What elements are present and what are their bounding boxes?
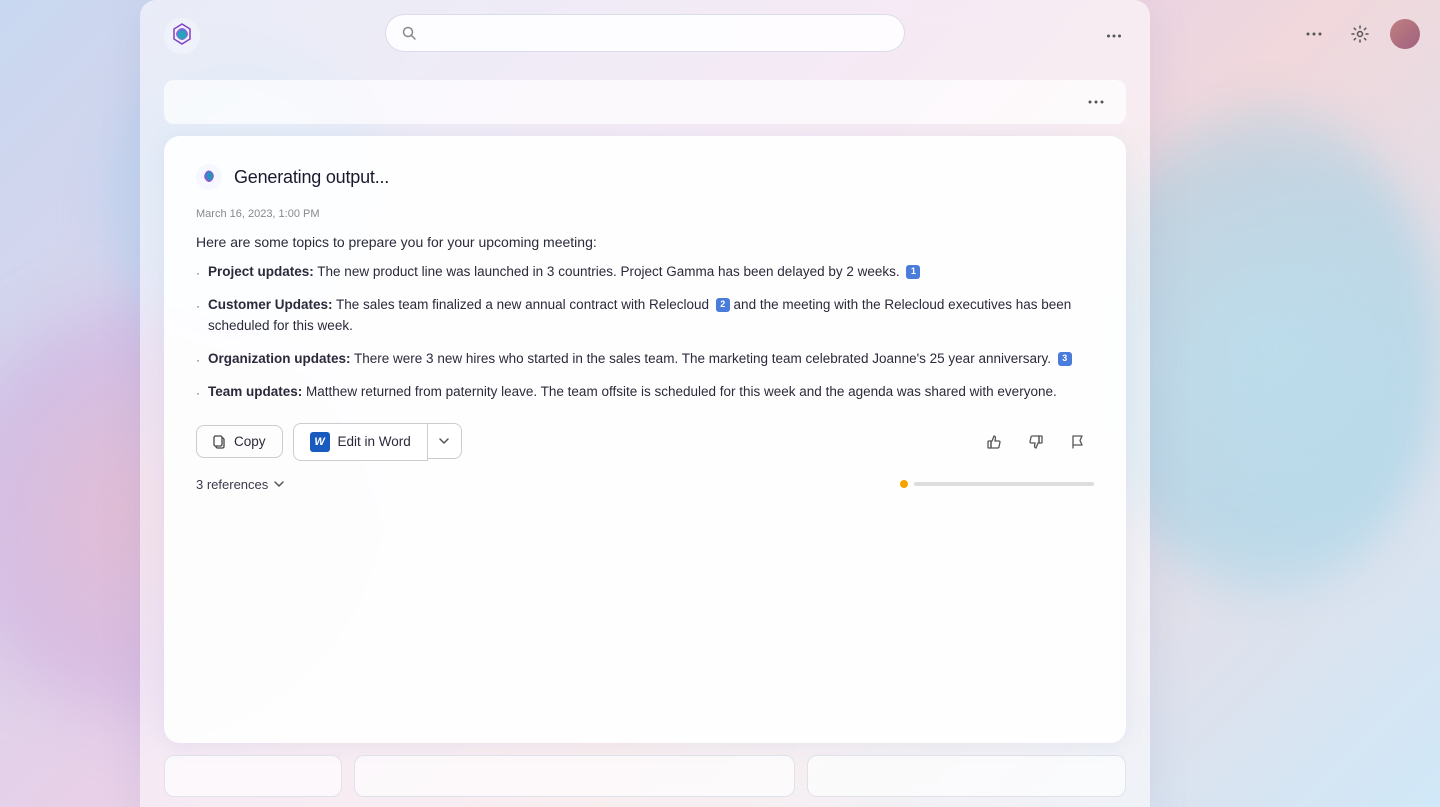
edit-word-label: Edit in Word: [338, 434, 411, 449]
global-top-right-controls: [1298, 18, 1420, 50]
flag-icon: [1069, 433, 1087, 451]
chevron-down-small-icon: [273, 478, 285, 490]
bullet-dot: ·: [196, 384, 200, 403]
bullet-label: Customer Updates:: [208, 297, 333, 312]
generating-title: Generating output...: [234, 167, 389, 188]
chevron-down-icon: [438, 435, 450, 447]
list-item: · Team updates: Matthew returned from pa…: [196, 382, 1094, 403]
bullet-content: Project updates: The new product line wa…: [208, 262, 920, 283]
flag-button[interactable]: [1062, 426, 1094, 458]
feedback-buttons: [978, 426, 1094, 458]
bullet-dot: ·: [196, 351, 200, 370]
copy-icon: [213, 435, 227, 449]
references-count: 3 references: [196, 477, 268, 492]
bullet-list: · Project updates: The new product line …: [196, 262, 1094, 403]
panel-header-bar: [164, 80, 1126, 124]
copilot-icon-small: [196, 164, 222, 190]
bullet-text: The new product line was launched in 3 c…: [317, 264, 899, 279]
panel-more-icon: [1106, 28, 1122, 44]
more-options-button[interactable]: [1298, 18, 1330, 50]
panel-header-dots: [1080, 86, 1112, 118]
copy-button[interactable]: Copy: [196, 425, 283, 458]
list-item: · Project updates: The new product line …: [196, 262, 1094, 283]
dots-icon: [1088, 100, 1104, 104]
progress-track: [914, 482, 1094, 486]
progress-bar-wrap: [325, 480, 1094, 488]
search-icon: [402, 26, 416, 40]
bullet-label: Team updates:: [208, 384, 302, 399]
edit-word-dropdown-button[interactable]: [428, 423, 462, 459]
copilot-logo: [164, 18, 200, 54]
references-row: 3 references: [196, 477, 1094, 492]
suggestion-button-2[interactable]: [354, 755, 796, 797]
app-window: Generating output... March 16, 2023, 1:0…: [140, 0, 1150, 807]
bullet-content: Organization updates: There were 3 new h…: [208, 349, 1072, 370]
word-icon: W: [310, 432, 330, 452]
chat-panel: Generating output... March 16, 2023, 1:0…: [140, 80, 1150, 807]
title-bar: [140, 0, 1150, 54]
list-item: · Organization updates: There were 3 new…: [196, 349, 1094, 370]
suggestion-button-1[interactable]: [164, 755, 342, 797]
search-bar-container: [385, 14, 905, 52]
references-link[interactable]: 3 references: [196, 477, 285, 492]
panel-top-right: [1098, 20, 1150, 52]
search-bar[interactable]: [385, 14, 905, 52]
generating-header: Generating output...: [196, 164, 1094, 190]
edit-word-group: W Edit in Word: [293, 423, 462, 461]
thumbs-down-icon: [1027, 433, 1045, 451]
gear-icon: [1351, 25, 1369, 43]
panel-header-more-button[interactable]: [1080, 86, 1112, 118]
bullet-dot: ·: [196, 297, 200, 316]
ref-badge-3: 3: [1058, 352, 1072, 366]
chat-card: Generating output... March 16, 2023, 1:0…: [164, 136, 1126, 743]
progress-dot: [900, 480, 908, 488]
intro-text: Here are some topics to prepare you for …: [196, 234, 1094, 250]
bullet-label: Project updates:: [208, 264, 314, 279]
copy-label: Copy: [234, 434, 266, 449]
panel-more-button[interactable]: [1098, 20, 1130, 52]
bullet-label: Organization updates:: [208, 351, 351, 366]
suggestion-button-3[interactable]: [807, 755, 1126, 797]
bullet-text: The sales team finalized a new annual co…: [336, 297, 709, 312]
suggestion-row: [164, 755, 1126, 807]
bullet-text: Matthew returned from paternity leave. T…: [306, 384, 1057, 399]
timestamp: March 16, 2023, 1:00 PM: [196, 208, 1094, 220]
list-item: · Customer Updates: The sales team final…: [196, 295, 1094, 337]
edit-in-word-button[interactable]: W Edit in Word: [293, 423, 428, 461]
ref-badge-2: 2: [716, 298, 730, 312]
bullet-content: Customer Updates: The sales team finaliz…: [208, 295, 1094, 337]
settings-button[interactable]: [1344, 18, 1376, 50]
more-icon: [1305, 25, 1323, 43]
bullet-content: Team updates: Matthew returned from pate…: [208, 382, 1057, 403]
thumbs-down-button[interactable]: [1020, 426, 1052, 458]
thumbs-up-button[interactable]: [978, 426, 1010, 458]
action-row: Copy W Edit in Word: [196, 423, 1094, 461]
bullet-dot: ·: [196, 264, 200, 283]
bullet-text: There were 3 new hires who started in th…: [354, 351, 1051, 366]
thumbs-up-icon: [985, 433, 1003, 451]
user-avatar[interactable]: [1390, 19, 1420, 49]
ref-badge-1: 1: [906, 265, 920, 279]
